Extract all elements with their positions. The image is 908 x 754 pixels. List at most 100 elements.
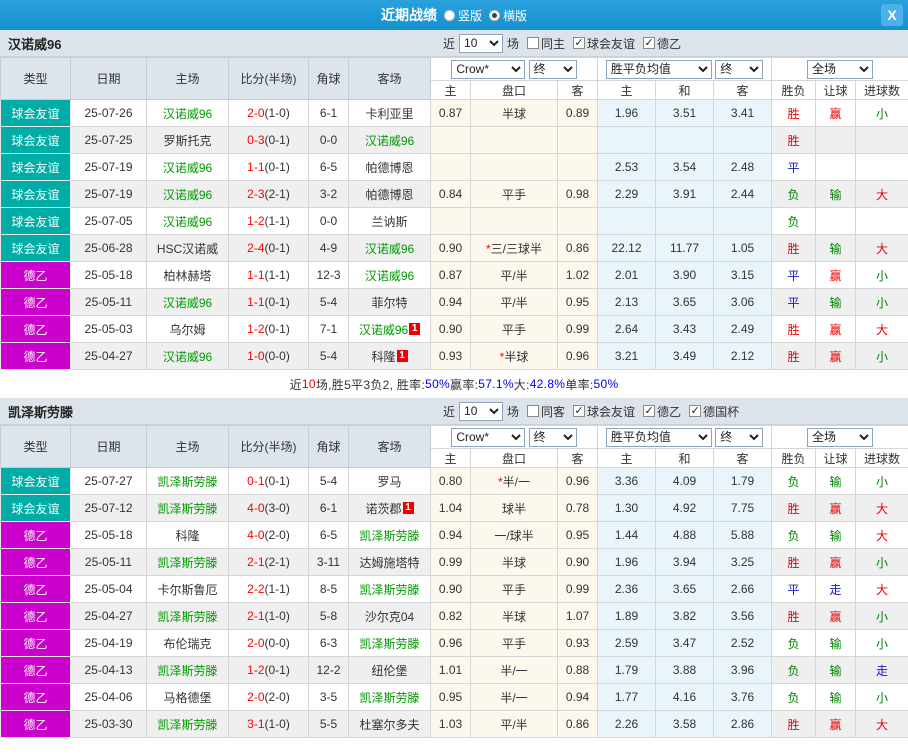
mean-lose-cell: 3.56 [713, 602, 773, 630]
mean-stage-select[interactable]: 终 [715, 427, 764, 447]
result-wdl-cell: 胜 [771, 710, 817, 738]
radio-vertical-layout[interactable]: 竖版 [443, 7, 482, 24]
column-header: 客场 [348, 57, 431, 100]
home-team-name: 布伦瑞克 [163, 636, 212, 651]
checkbox-icon[interactable]: ✓ [573, 37, 586, 49]
odds-home-cell [430, 126, 471, 154]
result-handicap-cell: 赢 [815, 342, 857, 370]
halftime-score: (3-0) [264, 501, 290, 515]
mean-draw-cell: 3.51 [655, 99, 715, 127]
matches-table: 类型 日期 主场 比分(半场) 角球 客场 Crow* 终胜平负均值 终全场主盘口客主和客胜… [0, 57, 908, 370]
away-team-cell: 杜塞尔多夫 [348, 710, 431, 738]
mean-lose-cell: 2.52 [713, 629, 773, 657]
away-team-name: 卡利亚里 [365, 106, 414, 121]
checkbox-icon[interactable]: ✓ [643, 37, 656, 49]
sub-column-header: 客 [713, 448, 773, 468]
odds-away-cell: 0.93 [556, 629, 599, 657]
checkbox-competition[interactable]: ✓ 德国杯 [689, 403, 739, 420]
score-cell: 0-1(0-1) [228, 467, 309, 495]
score-cell: 1-0(0-0) [228, 342, 309, 370]
halftime-score: (1-1) [264, 214, 290, 228]
away-team-name: 沙尔克04 [364, 609, 415, 624]
checkbox-competition[interactable]: ✓ 球会友谊 [573, 403, 635, 420]
result-goals-cell: 大 [855, 710, 908, 738]
checkbox-icon[interactable] [527, 37, 540, 49]
halftime-score: (0-1) [264, 160, 290, 174]
red-card-badge: 1 [409, 322, 421, 335]
mean-type-select[interactable]: 胜平负均值 [605, 427, 712, 447]
mean-stage-select[interactable]: 终 [715, 59, 764, 79]
corner-cell: 6-5 [308, 521, 349, 549]
away-team-name: 菲尔特 [371, 295, 408, 310]
handicap-cell [470, 207, 558, 235]
result-goals-cell: 小 [855, 99, 908, 127]
odds-provider-select[interactable]: Crow* [451, 59, 526, 79]
checkbox-same-venue[interactable]: 同主 [527, 35, 565, 52]
odds-away-cell [556, 126, 599, 154]
recent-count-select[interactable]: 10 [459, 33, 504, 53]
result-handicap-cell: 输 [815, 656, 857, 684]
checkbox-same-venue[interactable]: 同客 [527, 403, 565, 420]
checkbox-competition[interactable]: ✓ 德乙 [643, 35, 681, 52]
odds-provider-select[interactable]: Crow* [451, 427, 526, 447]
near-label: 近 [443, 36, 456, 51]
odds-stage-select[interactable]: 终 [528, 427, 577, 447]
checkbox-icon[interactable] [527, 405, 540, 417]
odds-home-cell: 0.94 [430, 288, 471, 316]
home-team-name: 科隆 [175, 528, 200, 543]
checkbox-label: 球会友谊 [587, 404, 636, 419]
checkbox-competition[interactable]: ✓ 球会友谊 [573, 35, 635, 52]
checkbox-icon[interactable]: ✓ [689, 405, 702, 417]
date-cell: 25-07-19 [70, 180, 147, 208]
odds-stage-select[interactable]: 终 [528, 59, 577, 79]
date-cell: 25-07-25 [70, 126, 147, 154]
away-team-cell: 卡利亚里 [348, 99, 431, 127]
summary-part: 50% [425, 377, 451, 391]
recent-count-select[interactable]: 10 [459, 401, 504, 421]
odds-away-cell: 0.94 [556, 683, 599, 711]
mean-type-select[interactable]: 胜平负均值 [605, 59, 712, 79]
home-team-cell: 布伦瑞克 [146, 629, 229, 657]
score-cell: 0-3(0-1) [228, 126, 309, 154]
halftime-score: (2-1) [264, 555, 290, 569]
match-row: 德乙 25-04-19 布伦瑞克 2-0(0-0) 6-3 凯泽斯劳滕 0.96 平手 0.93… [0, 629, 908, 657]
date-cell: 25-07-27 [70, 467, 147, 495]
corner-cell: 5-4 [308, 342, 349, 370]
result-handicap-cell: 赢 [815, 548, 857, 576]
score-cell: 4-0(3-0) [228, 494, 309, 522]
radio-icon[interactable] [443, 9, 455, 21]
scope-select[interactable]: 全场 [807, 427, 874, 447]
result-wdl-cell: 平 [771, 575, 817, 603]
corner-cell: 3-2 [308, 180, 349, 208]
odds-home-cell: 1.04 [430, 494, 471, 522]
away-team-cell: 汉诺威96 [348, 261, 431, 289]
checkbox-icon[interactable]: ✓ [643, 405, 656, 417]
result-wdl-cell: 负 [771, 521, 817, 549]
checkbox-icon[interactable]: ✓ [573, 405, 586, 417]
date-cell: 25-05-18 [70, 521, 147, 549]
result-wdl-cell: 平 [771, 288, 817, 316]
titlebar: 近期战绩 竖版 横版 X [0, 0, 908, 30]
scope-select[interactable]: 全场 [807, 59, 874, 79]
result-goals-cell: 大 [855, 494, 908, 522]
radio-icon[interactable] [489, 9, 500, 21]
close-icon[interactable]: X [881, 4, 903, 26]
fulltime-score: 4-0 [247, 501, 265, 515]
odds-group-header: Crow* 终 [429, 57, 599, 81]
handicap-text: 半球 [504, 349, 529, 364]
away-team-name: 凯泽斯劳滕 [359, 528, 420, 543]
odds-group-header: Crow* 终 [429, 425, 599, 449]
away-team-name: 凯泽斯劳滕 [359, 690, 420, 705]
fulltime-score: 1-0 [247, 349, 265, 363]
score-cell: 2-0(2-0) [228, 683, 309, 711]
summary-part: 近 [289, 377, 302, 392]
radio-horizontal-layout[interactable]: 横版 [489, 7, 527, 24]
competition-type-cell: 球会友谊 [0, 207, 71, 235]
mean-draw-cell: 4.16 [655, 683, 715, 711]
checkbox-competition[interactable]: ✓ 德乙 [643, 403, 681, 420]
result-handicap-cell: 赢 [815, 494, 857, 522]
column-header: 日期 [70, 425, 147, 468]
odds-away-cell [556, 207, 599, 235]
section-header: 凯泽斯劳滕近 10 场同客 ✓ 球会友谊 ✓ 德乙 ✓ 德国杯 [0, 398, 908, 425]
mean-draw-cell: 3.49 [655, 342, 715, 370]
